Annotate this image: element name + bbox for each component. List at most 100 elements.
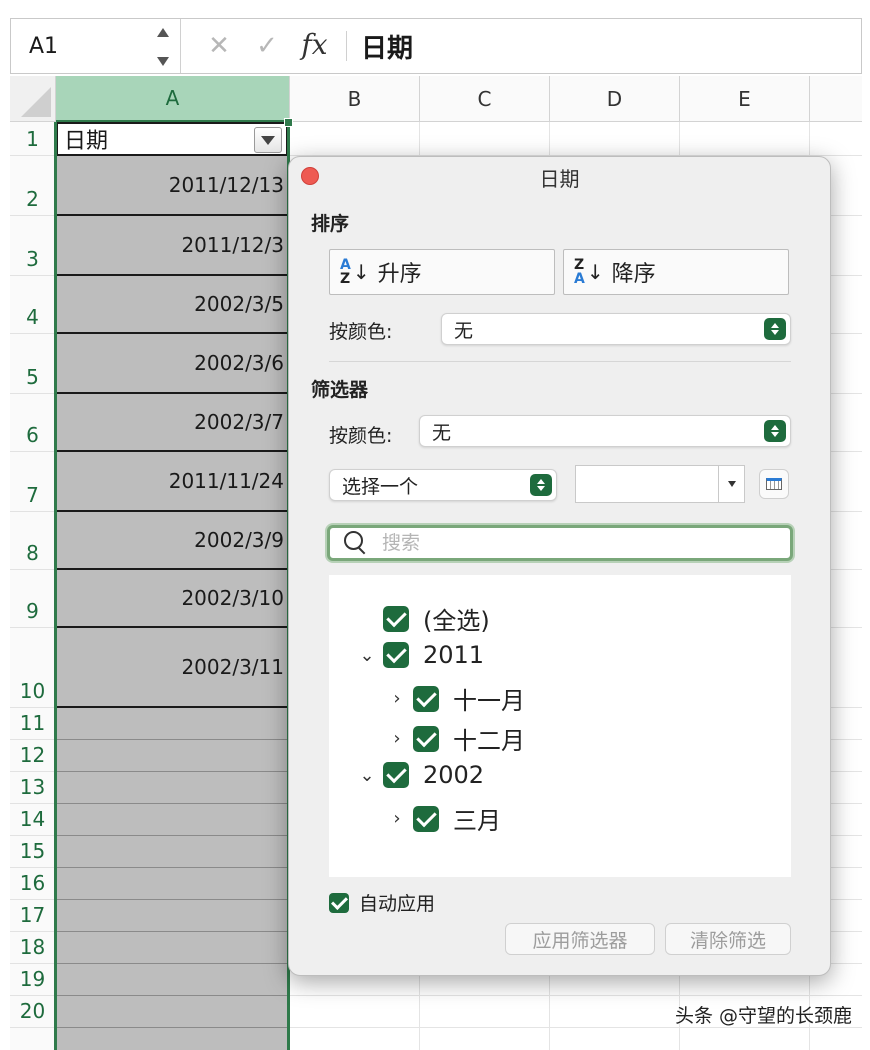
- sort-ascending-button[interactable]: A Z ↓ 升序: [329, 249, 555, 295]
- checkbox-checked-icon[interactable]: [329, 892, 349, 913]
- combo-dropdown-button[interactable]: [718, 466, 744, 502]
- chevron-right-icon[interactable]: ›: [387, 728, 407, 749]
- row-header[interactable]: 12: [10, 740, 56, 772]
- checkbox-checked-icon[interactable]: [383, 642, 409, 668]
- sort-descending-button[interactable]: Z A ↓ 降序: [563, 249, 789, 295]
- filter-by-color-select[interactable]: 无: [419, 415, 791, 447]
- empty-cell[interactable]: [56, 964, 288, 996]
- cell-a1[interactable]: 日期: [56, 122, 288, 156]
- calendar-icon[interactable]: [759, 469, 789, 499]
- row-header[interactable]: 5: [10, 334, 56, 394]
- row-header[interactable]: 6: [10, 394, 56, 452]
- data-cell[interactable]: 2002/3/7: [56, 394, 288, 452]
- clear-filter-button[interactable]: 清除筛选: [665, 923, 791, 955]
- empty-cell[interactable]: [56, 1028, 288, 1050]
- data-cell[interactable]: 2011/12/3: [56, 216, 288, 276]
- data-cell[interactable]: 2011/11/24: [56, 452, 288, 512]
- column-header-c[interactable]: C: [420, 76, 550, 122]
- data-cell[interactable]: 2002/3/5: [56, 276, 288, 334]
- divider: [329, 361, 791, 362]
- row-header[interactable]: 15: [10, 836, 56, 868]
- select-all-corner[interactable]: [10, 76, 56, 122]
- checkbox-checked-icon[interactable]: [413, 685, 439, 712]
- apply-filter-button[interactable]: 应用筛选器: [505, 923, 655, 955]
- chevron-down-icon[interactable]: ⌄: [357, 645, 377, 666]
- row-header[interactable]: 7: [10, 452, 56, 512]
- empty-cell[interactable]: [56, 836, 288, 868]
- autofilter-dropdown-button[interactable]: [254, 127, 282, 153]
- sort-descending-label: 降序: [611, 262, 656, 287]
- chevron-down-icon[interactable]: ⌄: [357, 765, 377, 786]
- filter-value-combo[interactable]: [575, 465, 745, 503]
- data-cell[interactable]: 2011/12/13: [56, 156, 288, 216]
- column-header-d[interactable]: D: [550, 76, 680, 122]
- checkbox-checked-icon[interactable]: [413, 725, 439, 752]
- column-header-a[interactable]: A: [56, 76, 290, 122]
- checkbox-checked-icon[interactable]: [383, 762, 409, 788]
- chevron-right-icon[interactable]: ›: [387, 688, 407, 709]
- empty-cell[interactable]: [56, 708, 288, 740]
- name-box[interactable]: A1: [11, 19, 181, 73]
- tree-item-label: 十一月: [453, 687, 525, 715]
- row-header[interactable]: 9: [10, 570, 56, 628]
- tree-item-label: 三月: [453, 807, 501, 835]
- insert-function-icon[interactable]: fx: [291, 31, 347, 61]
- row-header[interactable]: 13: [10, 772, 56, 804]
- empty-cell[interactable]: [56, 804, 288, 836]
- auto-apply-checkbox[interactable]: 自动应用: [329, 889, 435, 916]
- row-header[interactable]: 1: [10, 122, 56, 156]
- row-header[interactable]: 16: [10, 868, 56, 900]
- row-header[interactable]: 8: [10, 512, 56, 570]
- chevron-up-icon: [157, 28, 169, 37]
- sort-descending-icon: Z A ↓: [574, 257, 604, 287]
- auto-apply-label: 自动应用: [359, 893, 436, 915]
- cancel-icon[interactable]: ✕: [195, 31, 243, 61]
- row-header[interactable]: 19: [10, 964, 56, 996]
- filter-condition-select[interactable]: 选择一个: [329, 469, 557, 501]
- filter-by-color-value: 无: [432, 421, 452, 444]
- data-cell[interactable]: 2002/3/10: [56, 570, 288, 628]
- tree-item-label: 十二月: [453, 727, 525, 755]
- search-field[interactable]: [327, 525, 793, 561]
- empty-cell[interactable]: [56, 996, 288, 1028]
- checkbox-checked-icon[interactable]: [413, 805, 439, 832]
- confirm-icon[interactable]: ✓: [243, 31, 291, 61]
- search-input[interactable]: [380, 531, 760, 555]
- chevron-down-icon: [727, 481, 736, 487]
- tree-item-2002[interactable]: ⌄ 2002: [357, 761, 484, 789]
- empty-cell[interactable]: [56, 900, 288, 932]
- tree-item-november[interactable]: › 十一月: [387, 681, 525, 716]
- checkbox-checked-icon[interactable]: [383, 605, 409, 632]
- empty-cell[interactable]: [56, 772, 288, 804]
- data-cell[interactable]: 2002/3/6: [56, 334, 288, 394]
- row-header[interactable]: 18: [10, 932, 56, 964]
- formula-input[interactable]: 日期: [361, 28, 413, 65]
- data-cell[interactable]: 2002/3/11: [56, 628, 288, 708]
- empty-cell[interactable]: [56, 740, 288, 772]
- row-header[interactable]: [10, 1028, 56, 1050]
- row-header[interactable]: 14: [10, 804, 56, 836]
- row-header[interactable]: 20: [10, 996, 56, 1028]
- data-cell[interactable]: 2002/3/9: [56, 512, 288, 570]
- row-header[interactable]: 3: [10, 216, 56, 276]
- dialog-title: 日期: [539, 167, 580, 191]
- column-header-e[interactable]: E: [680, 76, 810, 122]
- row-header[interactable]: 17: [10, 900, 56, 932]
- empty-cell[interactable]: [56, 932, 288, 964]
- chevron-right-icon[interactable]: ›: [387, 808, 407, 829]
- row-header[interactable]: 10: [10, 628, 56, 708]
- row-header[interactable]: 2: [10, 156, 56, 216]
- tree-item-march[interactable]: › 三月: [387, 801, 501, 836]
- tree-item-2011[interactable]: ⌄ 2011: [357, 641, 484, 669]
- row-header[interactable]: 4: [10, 276, 56, 334]
- tree-item-select-all[interactable]: (全选): [383, 601, 490, 636]
- name-box-stepper[interactable]: [156, 28, 170, 66]
- empty-cell[interactable]: [56, 868, 288, 900]
- fill-handle[interactable]: [284, 118, 293, 127]
- sort-by-color-select[interactable]: 无: [441, 313, 791, 345]
- tree-item-december[interactable]: › 十二月: [387, 721, 525, 756]
- column-header-b[interactable]: B: [290, 76, 420, 122]
- filter-by-color-label: 按颜色:: [329, 425, 393, 447]
- row-header[interactable]: 11: [10, 708, 56, 740]
- column-header-f[interactable]: [810, 76, 862, 122]
